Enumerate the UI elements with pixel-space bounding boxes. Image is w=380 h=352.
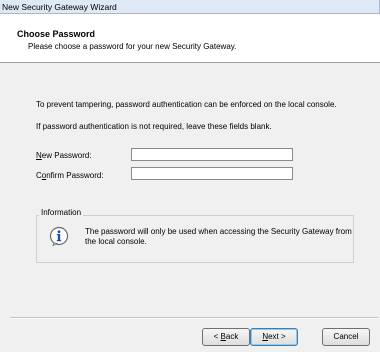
footer-separator: [10, 317, 378, 319]
next-button-label: ext >: [268, 332, 286, 341]
window-title-bar: New Security Gateway Wizard: [0, 0, 380, 14]
page-subtitle: Please choose a password for your new Se…: [28, 42, 237, 51]
page-title: Choose Password: [17, 29, 96, 39]
confirm-password-label-text: nfirm Password:: [46, 171, 104, 180]
cancel-button[interactable]: Cancel: [322, 328, 370, 346]
new-password-field[interactable]: [131, 148, 293, 161]
description-paragraph-1: To prevent tampering, password authentic…: [36, 100, 337, 109]
new-password-label-text: ew Password:: [41, 151, 92, 160]
wizard-header: Choose Password Please choose a password…: [0, 14, 380, 63]
info-icon: [49, 226, 69, 246]
confirm-password-field[interactable]: [131, 167, 293, 180]
new-password-label: New Password:: [36, 151, 92, 160]
information-text: The password will only be used when acce…: [85, 227, 352, 246]
information-group-label: Information: [39, 208, 84, 217]
back-button-label: ack: [225, 332, 239, 341]
back-button[interactable]: < Back: [202, 328, 250, 346]
description-paragraph-2: If password authentication is not requir…: [36, 122, 272, 131]
back-button-prefix: <: [213, 332, 221, 341]
window-title: New Security Gateway Wizard: [2, 2, 117, 12]
next-button[interactable]: Next >: [250, 328, 298, 346]
confirm-password-label: Confirm Password:: [36, 171, 104, 180]
